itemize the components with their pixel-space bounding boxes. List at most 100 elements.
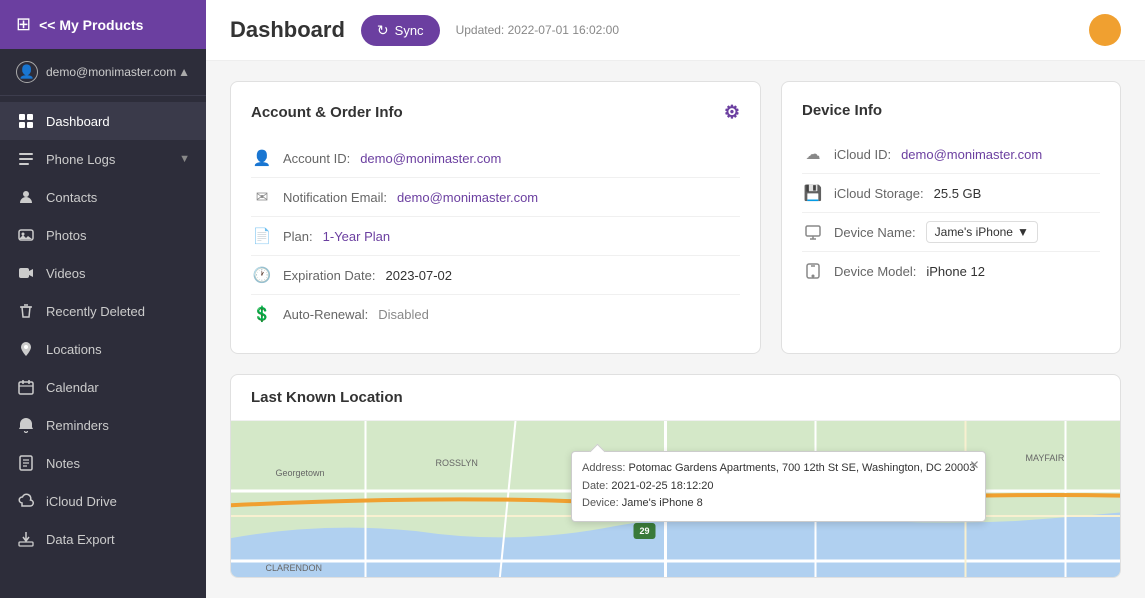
svg-text:CLARENDON: CLARENDON — [266, 563, 323, 573]
notification-email-row: ✉ Notification Email: demo@monimaster.co… — [251, 178, 740, 217]
sync-button-label: Sync — [395, 23, 424, 38]
account-id-value: demo@monimaster.com — [360, 151, 501, 166]
recently-deleted-icon — [16, 301, 36, 321]
expiration-date-value: 2023-07-02 — [386, 268, 453, 283]
cards-row: Account & Order Info ⚙ 👤 Account ID: dem… — [230, 81, 1121, 354]
expiration-icon: 🕐 — [251, 264, 273, 286]
device-name-icon — [802, 221, 824, 243]
phone-logs-chevron-icon: ▼ — [179, 153, 190, 165]
nav-label-recently-deleted: Recently Deleted — [46, 304, 190, 319]
sidebar-nav: Dashboard Phone Logs ▼ Contacts Photos — [0, 96, 206, 598]
nav-label-data-export: Data Export — [46, 532, 190, 547]
sidebar-item-photos[interactable]: Photos — [0, 216, 206, 254]
popup-device-value: Jame's iPhone 8 — [622, 497, 703, 509]
icloud-id-value: demo@monimaster.com — [901, 147, 1042, 162]
user-avatar-icon: 👤 — [16, 61, 38, 83]
user-chevron-icon[interactable]: ▲ — [178, 65, 190, 79]
sidebar-title: << My Products — [39, 17, 143, 33]
account-id-icon: 👤 — [251, 147, 273, 169]
updated-timestamp: Updated: 2022-07-01 16:02:00 — [456, 23, 619, 37]
plan-value: 1-Year Plan — [323, 229, 390, 244]
sidebar-item-notes[interactable]: Notes — [0, 444, 206, 482]
main-content-area: Dashboard ↻ Sync Updated: 2022-07-01 16:… — [206, 0, 1145, 598]
email-icon: ✉ — [251, 186, 273, 208]
sidebar: ⊞ << My Products 👤 demo@monimaster.com ▲… — [0, 0, 206, 598]
device-name-row: Device Name: Jame's iPhone ▼ — [802, 213, 1100, 252]
device-model-icon — [802, 260, 824, 282]
device-select-chevron-icon: ▼ — [1017, 225, 1029, 239]
icloud-storage-icon: 💾 — [802, 182, 824, 204]
icloud-id-icon: ☁ — [802, 143, 824, 165]
device-info-card: Device Info ☁ iCloud ID: demo@monimaster… — [781, 81, 1121, 354]
sidebar-item-calendar[interactable]: Calendar — [0, 368, 206, 406]
map-section-title: Last Known Location — [231, 375, 1120, 421]
sidebar-item-phone-logs[interactable]: Phone Logs ▼ — [0, 140, 206, 178]
popup-device-row: Device: Jame's iPhone 8 — [582, 495, 975, 513]
account-id-row: 👤 Account ID: demo@monimaster.com — [251, 139, 740, 178]
main-content: Account & Order Info ⚙ 👤 Account ID: dem… — [206, 61, 1145, 598]
sidebar-item-reminders[interactable]: Reminders — [0, 406, 206, 444]
sync-button[interactable]: ↻ Sync — [361, 15, 440, 46]
map-location-popup: ✕ Address: Potomac Gardens Apartments, 7… — [571, 451, 986, 522]
plan-icon: 📄 — [251, 225, 273, 247]
popup-date-row: Date: 2021-02-25 18:12:20 — [582, 478, 975, 496]
nav-label-videos: Videos — [46, 266, 190, 281]
popup-address-value: Potomac Gardens Apartments, 700 12th St … — [628, 462, 975, 474]
gear-icon[interactable]: ⚙ — [724, 102, 740, 123]
icloud-storage-row: 💾 iCloud Storage: 25.5 GB — [802, 174, 1100, 213]
svg-text:MAYFAIR: MAYFAIR — [1026, 453, 1065, 463]
plan-row: 📄 Plan: 1-Year Plan — [251, 217, 740, 256]
locations-icon — [16, 339, 36, 359]
main-header: Dashboard ↻ Sync Updated: 2022-07-01 16:… — [206, 0, 1145, 61]
notification-email-value: demo@monimaster.com — [397, 190, 538, 205]
reminders-icon — [16, 415, 36, 435]
sidebar-user-name: demo@monimaster.com — [46, 65, 176, 79]
sidebar-item-recently-deleted[interactable]: Recently Deleted — [0, 292, 206, 330]
device-model-value: iPhone 12 — [926, 264, 985, 279]
expiration-date-row: 🕐 Expiration Date: 2023-07-02 — [251, 256, 740, 295]
popup-date-value: 2021-02-25 18:12:20 — [611, 480, 713, 492]
map-container[interactable]: 29 Georgetown ROSSLYN Arlington Washingt… — [231, 421, 1120, 578]
nav-label-calendar: Calendar — [46, 380, 190, 395]
auto-renewal-value: Disabled — [378, 307, 429, 322]
nav-label-icloud-drive: iCloud Drive — [46, 494, 190, 509]
auto-renewal-row: 💲 Auto-Renewal: Disabled — [251, 295, 740, 333]
calendar-icon — [16, 377, 36, 397]
nav-label-reminders: Reminders — [46, 418, 190, 433]
grid-icon: ⊞ — [16, 14, 31, 35]
sidebar-item-icloud-drive[interactable]: iCloud Drive — [0, 482, 206, 520]
nav-label-photos: Photos — [46, 228, 190, 243]
notes-icon — [16, 453, 36, 473]
icloud-id-row: ☁ iCloud ID: demo@monimaster.com — [802, 135, 1100, 174]
device-name-select[interactable]: Jame's iPhone ▼ — [926, 221, 1038, 243]
sidebar-user[interactable]: 👤 demo@monimaster.com ▲ — [0, 49, 206, 96]
sidebar-header[interactable]: ⊞ << My Products — [0, 0, 206, 49]
avatar[interactable] — [1089, 14, 1121, 46]
svg-text:ROSSLYN: ROSSLYN — [436, 458, 478, 468]
account-order-card: Account & Order Info ⚙ 👤 Account ID: dem… — [230, 81, 761, 354]
sidebar-item-videos[interactable]: Videos — [0, 254, 206, 292]
popup-close-button[interactable]: ✕ — [969, 456, 979, 475]
auto-renewal-icon: 💲 — [251, 303, 273, 325]
data-export-icon — [16, 529, 36, 549]
svg-text:29: 29 — [639, 526, 649, 536]
last-known-location-section: Last Known Location — [230, 374, 1121, 578]
sidebar-item-dashboard[interactable]: Dashboard — [0, 102, 206, 140]
sidebar-item-data-export[interactable]: Data Export — [0, 520, 206, 558]
sidebar-item-locations[interactable]: Locations — [0, 330, 206, 368]
videos-icon — [16, 263, 36, 283]
nav-label-locations: Locations — [46, 342, 190, 357]
nav-label-notes: Notes — [46, 456, 190, 471]
popup-address-row: Address: Potomac Gardens Apartments, 700… — [582, 460, 975, 478]
svg-text:Georgetown: Georgetown — [276, 468, 325, 478]
nav-label-dashboard: Dashboard — [46, 114, 190, 129]
photos-icon — [16, 225, 36, 245]
sidebar-item-contacts[interactable]: Contacts — [0, 178, 206, 216]
phone-logs-icon — [16, 149, 36, 169]
device-model-row: Device Model: iPhone 12 — [802, 252, 1100, 290]
sync-icon: ↻ — [377, 22, 389, 39]
page-title: Dashboard — [230, 17, 345, 43]
sidebar-user-left: 👤 demo@monimaster.com — [16, 61, 176, 83]
nav-label-phone-logs: Phone Logs — [46, 152, 169, 167]
account-card-title: Account & Order Info ⚙ — [251, 102, 740, 123]
